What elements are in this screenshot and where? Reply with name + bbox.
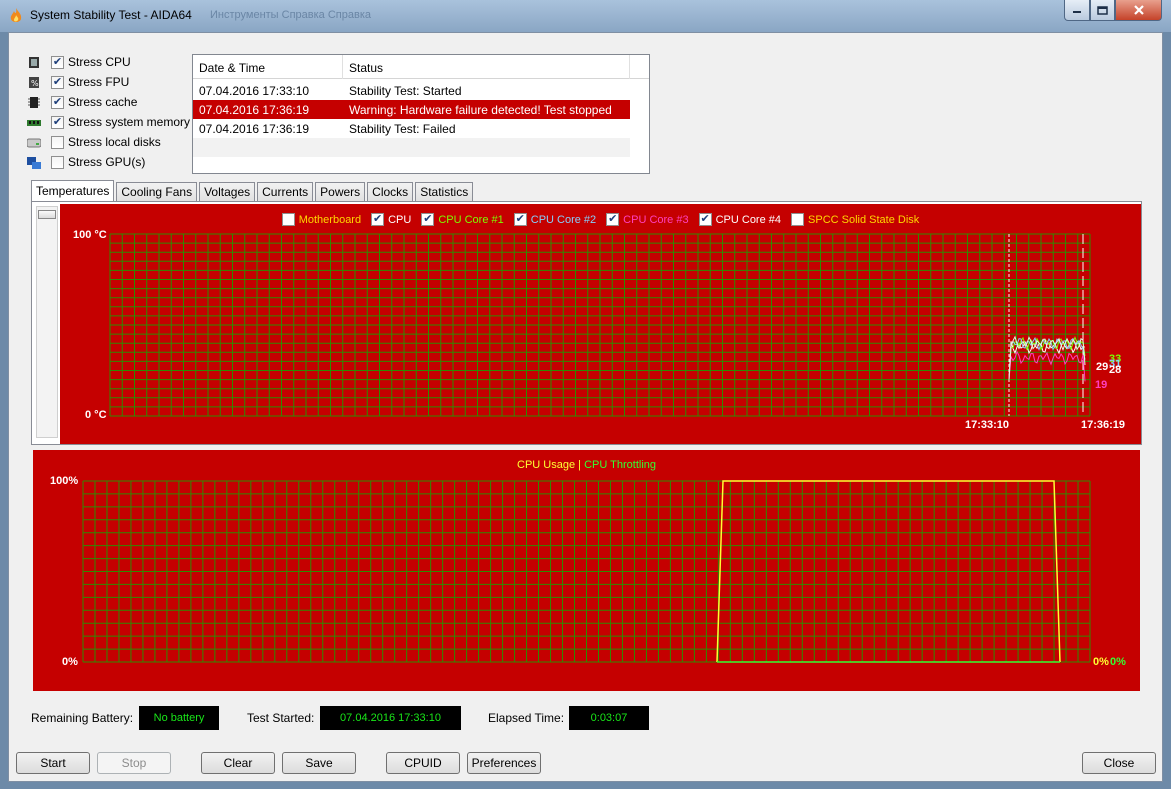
tab-powers[interactable]: Powers bbox=[315, 182, 366, 202]
maximize-button[interactable] bbox=[1090, 0, 1115, 21]
plot-grid bbox=[82, 480, 1091, 663]
temperatures-panel: MotherboardCPUCPU Core #1CPU Core #2CPU … bbox=[31, 201, 1142, 445]
slider-thumb[interactable] bbox=[38, 210, 56, 219]
start-button[interactable]: Start bbox=[16, 752, 90, 774]
stop-button[interactable]: Stop bbox=[97, 752, 171, 774]
usage-plot bbox=[82, 480, 1091, 663]
event-log-table[interactable]: Date & Time Status 07.04.2016 17:33:10 St… bbox=[192, 54, 650, 174]
fpu-chip-icon: % bbox=[29, 76, 39, 88]
log-row[interactable]: 07.04.2016 17:36:19 Warning: Hardware fai… bbox=[193, 100, 630, 119]
temperature-plot: 333129 2819 bbox=[109, 233, 1121, 417]
log-row[interactable]: 07.04.2016 17:36:19 Stability Test: Faile… bbox=[193, 119, 630, 138]
stress-option[interactable]: Stress GPU(s) bbox=[27, 153, 145, 171]
preferences-button[interactable]: Preferences bbox=[467, 752, 541, 774]
stress-option[interactable]: Stress cache bbox=[27, 93, 137, 111]
log-row[interactable]: 07.04.2016 17:33:10 Stability Test: Start… bbox=[193, 81, 630, 100]
tab-statistics[interactable]: Statistics bbox=[415, 182, 474, 202]
sensor-tabs: Temperatures Cooling Fans Voltages Currents… bbox=[31, 180, 475, 202]
log-row-empty bbox=[193, 138, 630, 157]
checkbox[interactable] bbox=[51, 155, 64, 169]
aida64-flame-icon bbox=[10, 8, 22, 22]
svg-text:%: % bbox=[31, 79, 39, 88]
temperature-series-line bbox=[1008, 350, 1086, 382]
test-started-value: 07.04.2016 17:33:10 bbox=[320, 706, 461, 730]
log-status: Stability Test: Started bbox=[349, 84, 462, 98]
clear-button[interactable]: Clear bbox=[201, 752, 275, 774]
stress-option-label: Stress FPU bbox=[68, 75, 130, 89]
tab-temperatures[interactable]: Temperatures bbox=[31, 180, 115, 202]
log-row-empty bbox=[193, 157, 630, 173]
stress-option-label: Stress cache bbox=[68, 95, 138, 109]
gpu-monitor-icon bbox=[27, 156, 41, 169]
battery-label: Remaining Battery: bbox=[31, 711, 134, 725]
stress-option[interactable]: Stress local disks bbox=[27, 133, 161, 151]
plot-grid bbox=[109, 233, 1091, 417]
battery-value: No battery bbox=[139, 706, 219, 730]
minimize-button[interactable] bbox=[1064, 0, 1090, 21]
background-menu-ghost: Инструменты Справка Справка bbox=[210, 9, 372, 21]
cache-chip-icon bbox=[28, 96, 40, 108]
checkbox[interactable] bbox=[51, 135, 64, 149]
log-datetime: 07.04.2016 17:36:19 bbox=[199, 122, 310, 136]
log-status: Warning: Hardware failure detected! Test… bbox=[349, 103, 612, 117]
minimize-icon bbox=[1073, 11, 1081, 13]
tab-clocks[interactable]: Clocks bbox=[367, 182, 414, 202]
series-end-value: 19 bbox=[1095, 379, 1107, 391]
tab-currents[interactable]: Currents bbox=[257, 182, 314, 202]
time-end-label: 17:36:19 bbox=[1081, 419, 1126, 431]
stress-option-label: Stress CPU bbox=[68, 55, 131, 69]
log-datetime: 07.04.2016 17:36:19 bbox=[199, 103, 310, 117]
close-button[interactable]: Close bbox=[1082, 752, 1156, 774]
tab-cooling-fans[interactable]: Cooling Fans bbox=[116, 182, 198, 202]
checkbox[interactable] bbox=[51, 75, 64, 89]
close-window-button[interactable] bbox=[1115, 0, 1162, 21]
checkbox[interactable] bbox=[51, 55, 64, 69]
stress-option[interactable]: Stress CPU bbox=[27, 53, 131, 71]
maximize-icon bbox=[1097, 5, 1108, 15]
title-bar: System Stability Test - AIDA64 Инструмен… bbox=[0, 0, 1171, 32]
tab-voltages[interactable]: Voltages bbox=[199, 182, 256, 202]
elapsed-time-label: Elapsed Time: bbox=[488, 711, 565, 725]
stress-option[interactable]: Stress system memory bbox=[27, 113, 190, 131]
cpu-chip-icon bbox=[29, 56, 39, 68]
temperature-chart: MotherboardCPUCPU Core #1CPU Core #2CPU … bbox=[60, 204, 1141, 444]
series-end-value: 28 bbox=[1109, 364, 1121, 376]
hard-disk-icon bbox=[27, 138, 41, 147]
time-start-label: 17:33:10 bbox=[965, 419, 1010, 431]
test-started-label: Test Started: bbox=[247, 711, 315, 725]
column-header-datetime[interactable]: Date & Time bbox=[199, 61, 265, 75]
stress-option[interactable]: % Stress FPU bbox=[27, 73, 129, 91]
cpuid-button[interactable]: CPUID bbox=[386, 752, 460, 774]
log-status: Stability Test: Failed bbox=[349, 122, 456, 136]
end-throttling-value: 0% bbox=[1110, 656, 1126, 668]
memory-module-icon bbox=[27, 119, 41, 126]
window-client-area: Stress CPU% Stress FPU Stress cache Stress … bbox=[8, 32, 1163, 782]
status-bar: Remaining Battery: No battery Test Start… bbox=[9, 705, 1162, 731]
end-usage-value: 0% bbox=[1093, 656, 1109, 668]
log-datetime: 07.04.2016 17:33:10 bbox=[199, 84, 310, 98]
log-header: Date & Time Status bbox=[193, 55, 649, 79]
stress-option-label: Stress system memory bbox=[68, 115, 191, 129]
close-icon bbox=[1133, 5, 1144, 15]
cpu-usage-chart: CPU Usage | CPU Throttling 100% 0% 0% 0% bbox=[33, 450, 1140, 691]
save-button[interactable]: Save bbox=[282, 752, 356, 774]
stress-option-label: Stress GPU(s) bbox=[68, 155, 146, 169]
checkbox[interactable] bbox=[51, 115, 64, 129]
checkbox[interactable] bbox=[51, 95, 64, 109]
column-header-status[interactable]: Status bbox=[349, 61, 383, 75]
elapsed-time-value: 0:03:07 bbox=[569, 706, 649, 730]
stress-option-label: Stress local disks bbox=[68, 135, 161, 149]
window-title: System Stability Test - AIDA64 bbox=[30, 8, 192, 22]
chart-scroll-slider[interactable] bbox=[36, 206, 58, 438]
series-end-value: 29 bbox=[1096, 361, 1108, 373]
